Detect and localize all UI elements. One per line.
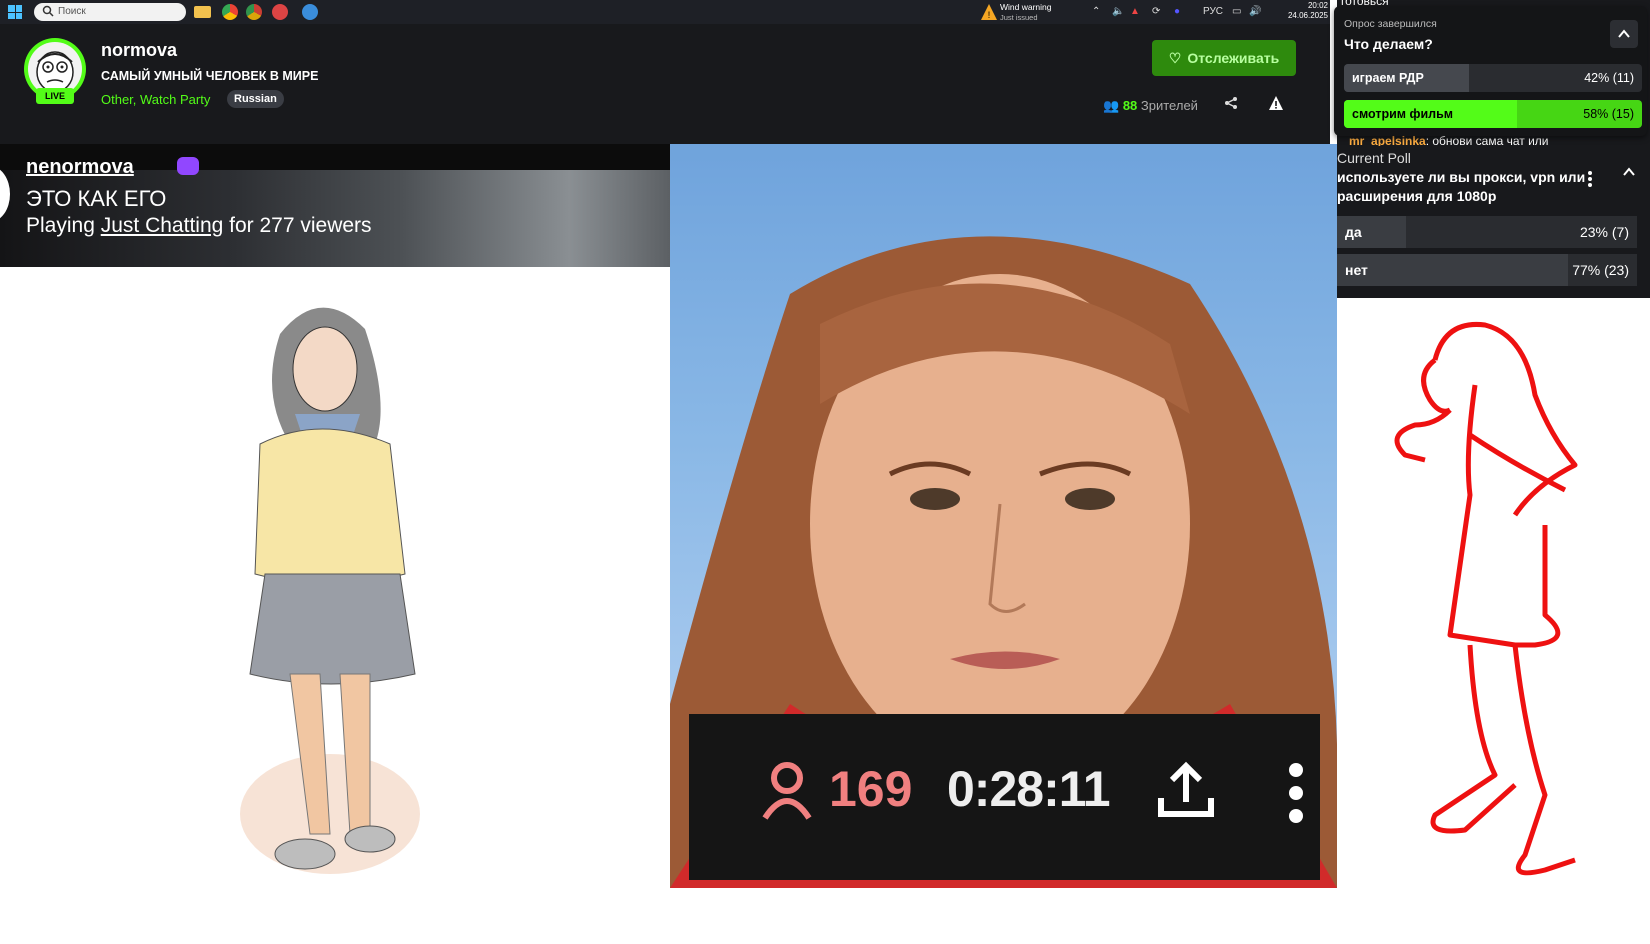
taskbar-search[interactable]: Поиск (34, 3, 186, 21)
warning-icon: ! (981, 4, 997, 20)
banner-playing-prefix: Playing (26, 214, 95, 237)
finished-poll-option-winner: смотрим фильм 58% (15) (1344, 100, 1642, 128)
chrome-icon[interactable] (222, 4, 238, 20)
app-icon[interactable] (272, 4, 288, 20)
follow-label: Отслеживать (1187, 50, 1280, 66)
poll-option-result: 77% (23) (1572, 262, 1629, 278)
overlay-viewer-count: 169 (829, 761, 913, 817)
current-poll-card: Current Poll используете ли вы прокси, v… (1337, 146, 1650, 298)
viewers-icon (762, 762, 812, 820)
poll-option-result: 23% (7) (1579, 224, 1629, 240)
upload-icon[interactable] (1157, 760, 1215, 820)
poll-option-text: смотрим фильм (1352, 107, 1454, 121)
banner-viewers-suffix: for 277 viewers (229, 214, 372, 237)
chevron-up-icon (1618, 29, 1630, 38)
volume-icon[interactable]: 🔊 (1249, 0, 1261, 24)
right-side-panel: готовься mr_apelsinka: обнови сама чат и… (1334, 0, 1650, 944)
red-outline-figure-drawing (1394, 321, 1578, 876)
finished-poll-option: играем РДР 42% (11) (1344, 64, 1642, 92)
speaker-icon[interactable]: 🔈 (1112, 0, 1124, 24)
clock-time: 20:02 (1307, 1, 1328, 10)
poll-option-bar (1337, 254, 1568, 286)
overlay-stream-duration: 0:28:11 (947, 761, 1111, 817)
mic-icon[interactable]: ● (1174, 0, 1180, 24)
viewer-count-label: Зрителей (1140, 98, 1198, 113)
chevron-up-icon[interactable] (1621, 164, 1637, 180)
banner-game-name: Just Chatting (100, 214, 224, 237)
telegram-icon[interactable] (302, 4, 318, 20)
weather-widget[interactable]: ! Wind warning Just issued (980, 1, 1080, 23)
left-overlay-panel: nenormova ЭТО КАК ЕГО Playing Just Chatt… (0, 144, 670, 944)
collapse-poll-button[interactable] (1610, 20, 1638, 48)
viewer-count-number: 88 (1122, 98, 1138, 113)
current-poll-option[interactable]: да 23% (7) (1337, 216, 1637, 248)
sync-icon[interactable]: ⟳ (1152, 0, 1160, 24)
banner-username: nenormova (26, 156, 134, 178)
girl-sketch-illustration (240, 307, 420, 874)
finished-poll-card: Опрос завершился Что делаем? играем РДР … (1334, 6, 1647, 136)
report-icon[interactable] (1268, 95, 1284, 111)
verified-badge-icon (177, 157, 199, 175)
poll-option-result: 58% (15) (1583, 107, 1634, 121)
share-icon[interactable] (1224, 96, 1238, 110)
stream-title: САМЫЙ УМНЫЙ ЧЕЛОВЕК В МИРЕ (101, 69, 319, 83)
banner-avatar-fragment (0, 166, 10, 222)
finished-poll-label: Опрос завершился (1344, 18, 1437, 30)
stream-categories[interactable]: Other, Watch Party (101, 92, 210, 107)
heart-icon: ♡ (1168, 50, 1182, 66)
windows-start-icon[interactable] (8, 5, 22, 19)
current-poll-question: используете ли вы прокси, vpn или расшир… (1337, 169, 1586, 204)
poll-option-result: 42% (11) (1584, 71, 1634, 85)
current-poll-label: Current Poll (1337, 150, 1411, 166)
stream-stats-overlay: 169 0:28:11 (689, 714, 1320, 880)
channel-header: LIVE normova САМЫЙ УМНЫЙ ЧЕЛОВЕК В МИРЕ … (0, 24, 1330, 144)
poll-option-text: да (1345, 224, 1362, 240)
clock-date: 24.06.2025 (1287, 11, 1328, 20)
more-options-icon[interactable] (1287, 762, 1305, 824)
language-indicator[interactable]: РУС (1203, 0, 1223, 24)
live-badge: LIVE (36, 88, 74, 104)
follow-button[interactable]: ♡ Отслеживать (1152, 40, 1296, 76)
alert-icon[interactable]: ▲ (1130, 0, 1140, 24)
language-tag[interactable]: Russian (227, 90, 284, 108)
tray-chevron-icon[interactable]: ⌃ (1092, 0, 1100, 24)
webcam-video[interactable]: 169 0:28:11 (670, 144, 1337, 888)
taskbar-search-placeholder: Поиск (58, 6, 86, 17)
search-icon (42, 5, 54, 17)
network-icon[interactable]: ▭ (1232, 0, 1241, 24)
current-poll-option[interactable]: нет 77% (23) (1337, 254, 1637, 286)
viewer-count: 👥 88 Зрителей (1103, 98, 1198, 114)
banner-playing-line: Playing Just Chatting for 277 viewers (26, 214, 372, 238)
taskbar: Поиск ! Wind warning Just issued ⌃ 🔈 ▲ ⟳… (0, 0, 1330, 24)
poll-option-text: нет (1345, 262, 1368, 278)
channel-name[interactable]: normova (101, 40, 177, 61)
finished-poll-question: Что делаем? (1344, 36, 1433, 52)
kebab-menu-icon[interactable] (1587, 170, 1593, 188)
banner-message: ЭТО КАК ЕГО (26, 186, 167, 211)
poll-option-text: играем РДР (1352, 71, 1424, 85)
users-icon: 👥 (1103, 98, 1120, 113)
file-explorer-icon[interactable] (194, 6, 211, 18)
taskbar-clock[interactable]: 20:02 24.06.2025 (1272, 1, 1328, 21)
svg-text:!: ! (988, 10, 991, 20)
weather-title: Wind warning (1000, 2, 1052, 12)
stream-alert-banner: nenormova ЭТО КАК ЕГО Playing Just Chatt… (0, 144, 670, 267)
chrome-profile-icon[interactable] (246, 4, 262, 20)
weather-subtitle: Just issued (1000, 13, 1038, 22)
